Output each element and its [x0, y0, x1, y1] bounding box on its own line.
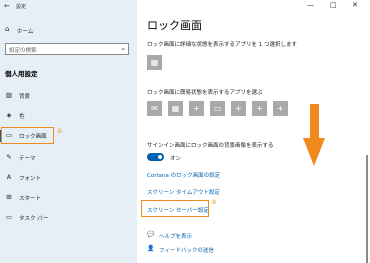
highlight-box-screensaver	[141, 200, 209, 217]
image-icon: ▨	[5, 91, 13, 99]
window-controls: — □ ✕	[300, 0, 370, 13]
toggle-state-label: オン	[170, 156, 182, 162]
scroll-down-arrow-icon	[303, 138, 325, 166]
sidebar-item-label: スタート	[19, 196, 42, 202]
signin-background-toggle[interactable]	[147, 153, 164, 161]
palette-icon: ◈	[6, 111, 12, 119]
highlight-box-lock-screen	[1, 127, 54, 144]
toggle-knob	[158, 155, 162, 159]
title-bar: ← 設定	[0, 0, 137, 13]
sidebar-item-taskbar[interactable]: ▭ タスク バー	[0, 211, 137, 225]
sidebar-item-themes[interactable]: ✎ テーマ	[0, 151, 137, 165]
add-app-tile[interactable]: +	[231, 101, 246, 116]
sidebar-item-label: 色	[19, 114, 25, 120]
mail-app-tile[interactable]: ✉	[147, 101, 162, 116]
section-heading: 個人用設定	[5, 70, 38, 78]
home-icon: ⌂	[5, 25, 10, 33]
sidebar-item-label: フォント	[19, 176, 42, 182]
annotation-number-2: ②	[211, 199, 217, 206]
minimize-button[interactable]: —	[307, 1, 314, 9]
sidebar-item-label: タスク バー	[19, 216, 49, 222]
detailed-status-description: ロック画面に詳細な状態を表示するアプリを 1 つ選択します	[147, 42, 297, 48]
search-icon: ⌕	[121, 45, 125, 53]
help-icon: 💬	[147, 231, 155, 238]
sidebar-item-label: 背景	[19, 94, 31, 100]
sidebar-item-background[interactable]: ▨ 背景	[0, 89, 137, 103]
nav-home-label: ホーム	[17, 29, 34, 35]
signin-background-description: サインイン画面にロック画面の背景画像を表示する	[147, 143, 274, 149]
scrollbar[interactable]	[366, 155, 368, 263]
sidebar-item-fonts[interactable]: A フォント	[0, 171, 137, 185]
close-button[interactable]: ✕	[352, 1, 358, 9]
screen-timeout-link[interactable]: スクリーン タイムアウト設定	[147, 188, 220, 196]
app-title: 設定	[16, 4, 27, 10]
sidebar-item-colors[interactable]: ◈ 色	[0, 109, 137, 123]
add-app-tile[interactable]: +	[189, 101, 204, 116]
feedback-icon: 👤	[147, 245, 155, 252]
font-icon: A	[6, 173, 12, 181]
scroll-down-arrow-shaft	[310, 104, 319, 139]
quick-status-description: ロック画面に簡易状態を表示するアプリを選ぶ	[147, 90, 263, 96]
nav-home[interactable]: ⌂ ホーム	[0, 25, 137, 37]
calendar-app-tile[interactable]: ▦	[147, 55, 162, 70]
taskbar-icon: ▭	[5, 213, 13, 221]
calendar-app-tile-2[interactable]: ▦	[168, 101, 183, 116]
sidebar-item-label: テーマ	[19, 156, 36, 162]
theme-icon: ✎	[6, 153, 12, 161]
cortana-lock-settings-link[interactable]: Cortana のロック画面の設定	[147, 171, 220, 179]
feedback-link[interactable]: フィードバックの送信	[159, 246, 214, 254]
add-app-tile[interactable]: +	[273, 101, 288, 116]
maximize-button[interactable]: □	[330, 1, 337, 9]
back-arrow-icon[interactable]: ←	[4, 2, 10, 10]
sidebar-item-start[interactable]: ⊞ スタート	[0, 191, 137, 205]
messaging-app-tile[interactable]: ▭	[210, 101, 225, 116]
add-app-tile[interactable]: +	[252, 101, 267, 116]
page-title: ロック画面	[147, 19, 202, 32]
search-placeholder: 設定の検索	[9, 48, 37, 54]
start-icon: ⊞	[6, 193, 12, 201]
help-link[interactable]: ヘルプを表示	[159, 232, 192, 240]
annotation-number-1: ①	[57, 128, 63, 135]
search-input[interactable]: 設定の検索 ⌕	[5, 43, 129, 55]
